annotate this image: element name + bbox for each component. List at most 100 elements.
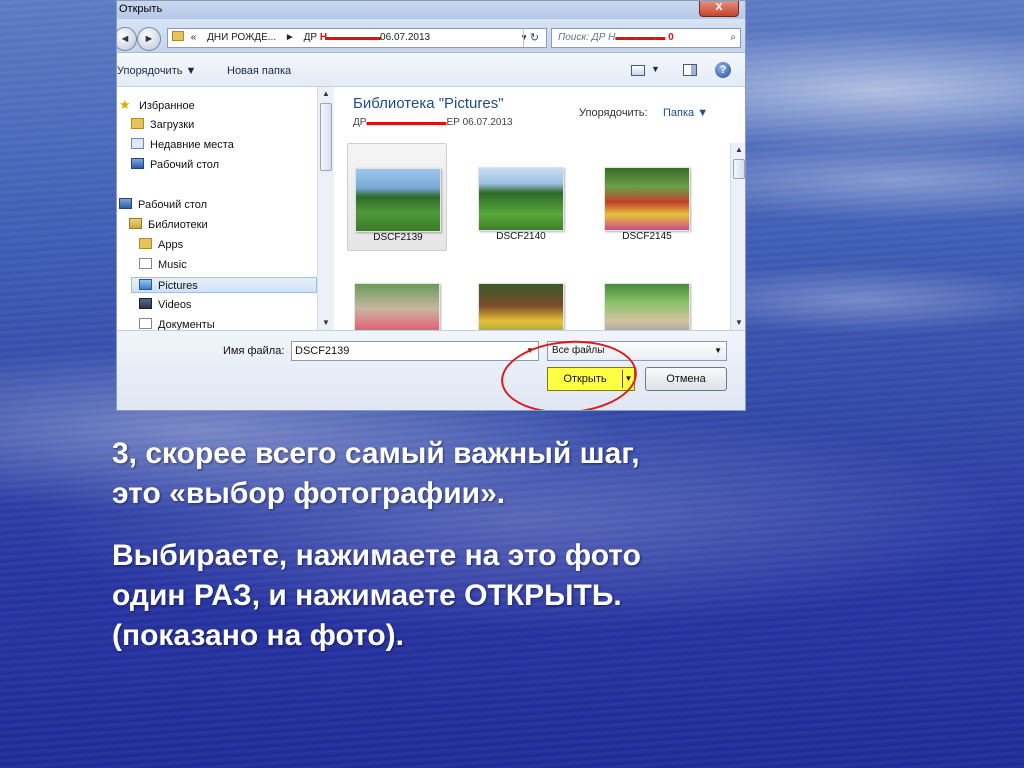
photo-thumbnail bbox=[478, 283, 564, 330]
nav-item-desktop-favorite[interactable]: Рабочий стол bbox=[131, 157, 219, 173]
filename-label: Имя файла: bbox=[223, 345, 285, 357]
nav-label: Pictures bbox=[158, 280, 198, 292]
file-list-pane: Библиотека "Pictures" ДР▬▬▬▬▬▬▬▬ЕР 06.07… bbox=[337, 87, 745, 330]
library-subtitle-scribble: ▬▬▬▬▬▬▬▬ bbox=[366, 117, 447, 128]
address-prefix: « bbox=[190, 32, 197, 43]
preview-pane-icon[interactable] bbox=[683, 64, 697, 76]
breadcrumb-current-scribble: Н▬▬▬▬▬▬ bbox=[319, 32, 381, 43]
breadcrumb-current-start[interactable]: ДР bbox=[304, 32, 320, 43]
dialog-titlebar: Открыть x bbox=[117, 1, 745, 19]
library-subtitle-end: ЕР 06.07.2013 bbox=[446, 117, 513, 128]
file-item-dscf2139[interactable]: DSCF2139 bbox=[347, 143, 447, 251]
nav-item-favorites[interactable]: ★ Избранное bbox=[119, 97, 195, 113]
downloads-folder-icon bbox=[131, 118, 144, 129]
organize-menu[interactable]: Упорядочить ▼ bbox=[117, 65, 196, 77]
file-name: DSCF2139 bbox=[373, 232, 423, 243]
nav-item-pictures[interactable]: Pictures bbox=[131, 277, 317, 293]
instruction-paragraph-2: Выбираете, нажимаете на это фото один РА… bbox=[112, 539, 641, 652]
star-icon: ★ bbox=[119, 97, 131, 112]
nav-scroll-thumb[interactable] bbox=[320, 103, 332, 171]
nav-label: Рабочий стол bbox=[138, 199, 208, 211]
desktop-icon bbox=[119, 198, 132, 209]
search-placeholder-scribble: ▬▬▬▬▬ 0 bbox=[615, 32, 674, 43]
nav-item-recent-places[interactable]: Недавние места bbox=[131, 137, 234, 153]
nav-label: Избранное bbox=[139, 100, 195, 112]
nav-item-videos[interactable]: Videos bbox=[139, 297, 191, 313]
file-item[interactable] bbox=[597, 277, 697, 330]
file-list-scroll-thumb[interactable] bbox=[733, 159, 745, 179]
nav-label: Рабочий стол bbox=[150, 159, 220, 171]
close-icon: x bbox=[715, 0, 723, 13]
dialog-title: Открыть bbox=[119, 3, 163, 15]
library-subtitle: ДР▬▬▬▬▬▬▬▬ЕР 06.07.2013 bbox=[353, 117, 513, 128]
new-folder-button[interactable]: Новая папка bbox=[227, 65, 291, 77]
help-icon[interactable]: ? bbox=[715, 62, 731, 78]
desktop-icon bbox=[131, 158, 144, 169]
search-input[interactable]: Поиск: ДР Н▬▬▬▬▬ 0 ⌕ bbox=[551, 28, 741, 48]
view-dropdown-icon[interactable]: ▼ bbox=[651, 64, 660, 74]
open-file-dialog: Открыть x ◄ ► « ДНИ РОЖДЕ... ► ДР Н▬▬▬▬▬… bbox=[116, 0, 746, 411]
address-row: ◄ ► « ДНИ РОЖДЕ... ► ДР Н▬▬▬▬▬▬06.07.201… bbox=[117, 19, 745, 53]
music-icon bbox=[139, 258, 152, 269]
file-type-select[interactable]: Все файлы ▼ bbox=[547, 341, 727, 361]
search-icon[interactable]: ⌕ bbox=[730, 29, 736, 47]
breadcrumb-current-end[interactable]: 06.07.2013 bbox=[380, 32, 430, 43]
breadcrumb-separator-icon[interactable]: ► bbox=[285, 32, 295, 43]
open-button[interactable]: Открыть ▼ bbox=[547, 367, 635, 391]
filename-input[interactable]: DSCF2139 ▼ bbox=[291, 341, 539, 361]
nav-item-music[interactable]: Music bbox=[139, 257, 187, 273]
nav-item-apps[interactable]: Apps bbox=[139, 237, 183, 253]
file-type-dropdown-icon[interactable]: ▼ bbox=[714, 342, 722, 360]
forward-button[interactable]: ► bbox=[137, 27, 161, 51]
view-mode-icon[interactable] bbox=[631, 65, 645, 76]
file-item-dscf2145[interactable]: DSCF2145 bbox=[597, 143, 697, 251]
file-item-dscf2140[interactable]: DSCF2140 bbox=[471, 143, 571, 251]
filename-dropdown-icon[interactable]: ▼ bbox=[526, 342, 534, 360]
file-item[interactable] bbox=[471, 277, 571, 330]
address-bar[interactable]: « ДНИ РОЖДЕ... ► ДР Н▬▬▬▬▬▬06.07.2013 ▼ bbox=[167, 28, 547, 48]
nav-item-downloads[interactable]: Загрузки bbox=[131, 117, 194, 133]
nav-item-libraries[interactable]: Библиотеки bbox=[129, 217, 208, 233]
back-arrow-icon: ◄ bbox=[119, 33, 131, 45]
file-name: DSCF2140 bbox=[496, 231, 546, 242]
nav-label: Загрузки bbox=[150, 119, 195, 131]
search-placeholder-start: Поиск: ДР Н bbox=[558, 32, 616, 43]
file-list-scrollbar[interactable]: ▲ ▼ bbox=[730, 143, 745, 330]
scroll-down-icon[interactable]: ▼ bbox=[318, 316, 334, 330]
scroll-up-icon[interactable]: ▲ bbox=[731, 143, 745, 157]
arrange-label: Упорядочить: bbox=[579, 107, 648, 119]
libraries-icon bbox=[129, 218, 142, 229]
nav-label: Videos bbox=[158, 299, 192, 311]
scroll-up-icon[interactable]: ▲ bbox=[318, 87, 334, 101]
nav-label: Библиотеки bbox=[148, 219, 208, 231]
nav-scrollbar[interactable]: ▲ ▼ bbox=[317, 87, 334, 330]
scroll-down-icon[interactable]: ▼ bbox=[731, 316, 745, 330]
close-button[interactable]: x bbox=[699, 0, 739, 17]
nav-label: Apps bbox=[158, 239, 184, 251]
dialog-footer: Имя файла: DSCF2139 ▼ Все файлы ▼ Открыт… bbox=[117, 330, 745, 410]
nav-label: Документы bbox=[158, 319, 215, 330]
open-options-dropdown-icon[interactable]: ▼ bbox=[622, 370, 634, 388]
nav-label: Music bbox=[158, 259, 187, 271]
file-name: DSCF2145 bbox=[622, 231, 672, 242]
photo-thumbnail bbox=[604, 283, 690, 330]
refresh-button[interactable]: ↻ bbox=[523, 29, 545, 47]
videos-icon bbox=[139, 298, 152, 309]
nav-label: Недавние места bbox=[150, 139, 234, 151]
refresh-icon: ↻ bbox=[529, 32, 540, 44]
file-item[interactable] bbox=[347, 277, 447, 330]
library-title: Библиотека "Pictures" bbox=[353, 95, 504, 112]
cancel-button[interactable]: Отмена bbox=[645, 367, 727, 391]
breadcrumb-birthdays[interactable]: ДНИ РОЖДЕ... bbox=[207, 32, 276, 43]
pictures-icon bbox=[139, 279, 152, 290]
photo-thumbnail bbox=[604, 167, 690, 231]
photo-thumbnail bbox=[355, 168, 441, 232]
file-type-value: Все файлы bbox=[552, 345, 605, 356]
recent-places-icon bbox=[131, 138, 144, 149]
photo-thumbnail bbox=[354, 283, 440, 330]
nav-item-documents[interactable]: Документы bbox=[139, 317, 215, 330]
back-button[interactable]: ◄ bbox=[117, 27, 137, 51]
arrange-dropdown[interactable]: Папка ▼ bbox=[663, 107, 708, 119]
nav-item-desktop[interactable]: Рабочий стол bbox=[119, 197, 207, 213]
photo-thumbnail bbox=[478, 167, 564, 231]
